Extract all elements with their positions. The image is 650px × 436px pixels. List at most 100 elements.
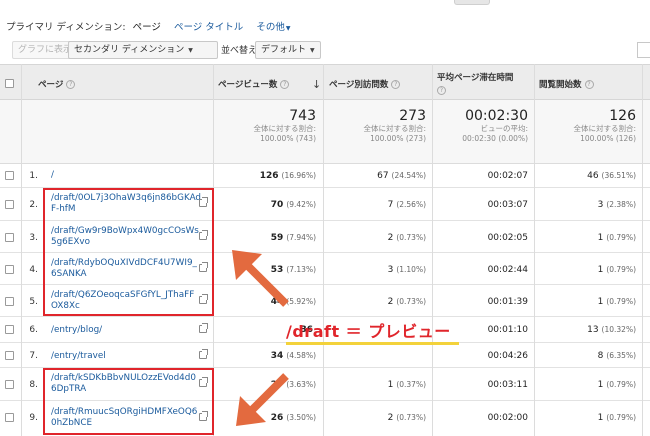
row-number: 5. bbox=[29, 297, 38, 307]
entrances-value: 1 bbox=[597, 233, 604, 243]
entrances-cell: 13 (10.32%) bbox=[587, 325, 636, 335]
entrances-pct: (0.79%) bbox=[606, 413, 636, 422]
row-checkbox[interactable] bbox=[5, 200, 14, 209]
unique-pageviews-cell: 2 (0.73%) bbox=[388, 297, 426, 307]
sort-type-dropdown[interactable]: デフォルト ▼ bbox=[255, 41, 321, 59]
column-divider bbox=[21, 64, 22, 436]
unique-pageviews-cell bbox=[423, 351, 426, 361]
row-checkbox[interactable] bbox=[5, 413, 14, 422]
entrances-pct: (0.79%) bbox=[606, 380, 636, 389]
pageviews-value: 70 bbox=[270, 200, 284, 210]
total-entrances-label: 全体に対する割合: bbox=[573, 124, 636, 133]
unique-pageviews-cell: 7 (2.56%) bbox=[388, 200, 426, 210]
help-icon[interactable]: ? bbox=[391, 80, 401, 89]
column-divider bbox=[432, 64, 433, 436]
unique-pageviews-pct: (1.10%) bbox=[396, 265, 426, 274]
total-unique-pageviews-value: 273 bbox=[399, 108, 426, 124]
secondary-dimension-label: セカンダリ ディメンション bbox=[74, 45, 185, 55]
dimension-page-title-link[interactable]: ページ タイトル bbox=[174, 22, 243, 33]
entrances-cell: 3 (2.38%) bbox=[598, 200, 636, 210]
row-checkbox[interactable] bbox=[5, 325, 14, 334]
row-checkbox[interactable] bbox=[5, 265, 14, 274]
row-checkbox[interactable] bbox=[5, 380, 14, 389]
page-link[interactable]: /entry/travel bbox=[51, 351, 201, 362]
header-unique-pageviews[interactable]: ページ別訪問数? bbox=[329, 78, 401, 90]
column-divider bbox=[534, 64, 535, 436]
draft-rows-highlight-top bbox=[43, 188, 214, 316]
unique-pageviews-value: 2 bbox=[387, 297, 394, 307]
draft-rows-highlight-bottom bbox=[43, 368, 214, 435]
header-entrances-label: 閲覧開始数 bbox=[539, 80, 582, 90]
row-number: 9. bbox=[29, 413, 38, 423]
unique-pageviews-pct: (2.56%) bbox=[396, 200, 426, 209]
help-icon[interactable]: ? bbox=[437, 86, 446, 95]
pageviews-cell: 59 (7.94%) bbox=[271, 233, 316, 243]
unique-pageviews-cell: 2 (0.73%) bbox=[388, 233, 426, 243]
top-button-stub[interactable] bbox=[454, 0, 490, 5]
unique-pageviews-pct: (0.73%) bbox=[396, 233, 426, 242]
row-checkbox[interactable] bbox=[5, 171, 14, 180]
unique-pageviews-cell: 67 (24.54%) bbox=[377, 171, 426, 181]
row-number: 4. bbox=[29, 265, 38, 275]
total-pageviews-pct: 100.00% (743) bbox=[260, 134, 316, 143]
header-page[interactable]: ページ? bbox=[38, 78, 76, 90]
open-external-icon[interactable] bbox=[199, 323, 208, 333]
row-number: 3. bbox=[29, 233, 38, 243]
page-link[interactable]: / bbox=[51, 170, 201, 181]
total-avg-time: 00:02:30 ビューの平均: 00:02:30 (0.00%) bbox=[462, 108, 528, 144]
total-pageviews-value: 743 bbox=[289, 108, 316, 124]
primary-dimension: プライマリ ディメンション: ページ ページ タイトル その他▼ bbox=[6, 19, 290, 33]
search-input[interactable] bbox=[637, 42, 650, 58]
arrow-up-left-icon bbox=[232, 250, 289, 307]
entrances-value: 46 bbox=[587, 171, 599, 181]
header-avg-time-label: 平均ページ滞在時間 bbox=[437, 73, 514, 83]
entrances-value: 1 bbox=[597, 413, 604, 423]
pageviews-value: 34 bbox=[270, 351, 284, 361]
entrances-cell: 8 (6.35%) bbox=[598, 351, 636, 361]
secondary-dimension-dropdown[interactable]: セカンダリ ディメンション ▼ bbox=[68, 41, 218, 59]
select-all-checkbox[interactable] bbox=[5, 79, 14, 88]
avg-time-cell: 00:03:11 bbox=[487, 380, 528, 390]
entrances-pct: (10.32%) bbox=[601, 325, 636, 334]
pageviews-pct: (16.96%) bbox=[281, 171, 316, 180]
header-entrances[interactable]: 閲覧開始数? bbox=[539, 78, 594, 90]
arrow-down-left-icon bbox=[236, 373, 289, 426]
table-header: ページ? ページビュー数? ↓ ページ別訪問数? 平均ページ滞在時間? 閲覧開始… bbox=[0, 64, 650, 100]
pageviews-cell: 34 (4.58%) bbox=[271, 351, 316, 361]
sort-type-value: デフォルト bbox=[261, 45, 307, 55]
header-pageviews[interactable]: ページビュー数? bbox=[218, 78, 290, 90]
help-icon[interactable]: ? bbox=[66, 80, 76, 89]
total-unique-pageviews-pct: 100.00% (273) bbox=[370, 134, 426, 143]
row-number: 1. bbox=[29, 171, 38, 181]
unique-pageviews-pct: (24.54%) bbox=[391, 171, 426, 180]
help-icon[interactable]: ? bbox=[280, 80, 290, 89]
pageviews-pct: (9.42%) bbox=[286, 200, 316, 209]
entrances-pct: (2.38%) bbox=[606, 200, 636, 209]
page-link[interactable]: /entry/blog/ bbox=[51, 325, 201, 336]
chevron-down-icon: ▼ bbox=[285, 25, 291, 32]
table-row: 7. /entry/travel 34 (4.58%) 00:04:26 8 (6.… bbox=[0, 343, 650, 368]
entrances-pct: (0.79%) bbox=[606, 265, 636, 274]
sort-descending-icon[interactable]: ↓ bbox=[312, 78, 321, 91]
entrances-value: 13 bbox=[587, 325, 599, 335]
avg-time-cell: 00:02:05 bbox=[487, 233, 528, 243]
primary-dimension-label: プライマリ ディメンション: bbox=[6, 22, 126, 33]
help-icon[interactable]: ? bbox=[584, 80, 594, 89]
entrances-cell: 1 (0.79%) bbox=[598, 380, 636, 390]
open-external-icon[interactable] bbox=[199, 349, 208, 359]
header-pageviews-label: ページビュー数 bbox=[218, 80, 278, 90]
row-checkbox[interactable] bbox=[5, 351, 14, 360]
avg-time-cell: 00:02:07 bbox=[487, 171, 528, 181]
header-avg-time[interactable]: 平均ページ滞在時間? bbox=[437, 71, 513, 96]
unique-pageviews-pct: (0.37%) bbox=[396, 380, 426, 389]
pageviews-cell: 126 (16.96%) bbox=[260, 171, 316, 181]
pageviews-value: 59 bbox=[270, 233, 284, 243]
avg-time-cell: 00:02:00 bbox=[487, 413, 528, 423]
row-checkbox[interactable] bbox=[5, 297, 14, 306]
dimension-other-link[interactable]: その他▼ bbox=[256, 22, 290, 33]
row-checkbox[interactable] bbox=[5, 233, 14, 242]
unique-pageviews-value: 3 bbox=[387, 265, 394, 275]
avg-time-cell: 00:03:07 bbox=[487, 200, 528, 210]
draft-preview-annotation: /draft ＝ プレビュー bbox=[286, 322, 451, 341]
entrances-value: 3 bbox=[597, 200, 604, 210]
